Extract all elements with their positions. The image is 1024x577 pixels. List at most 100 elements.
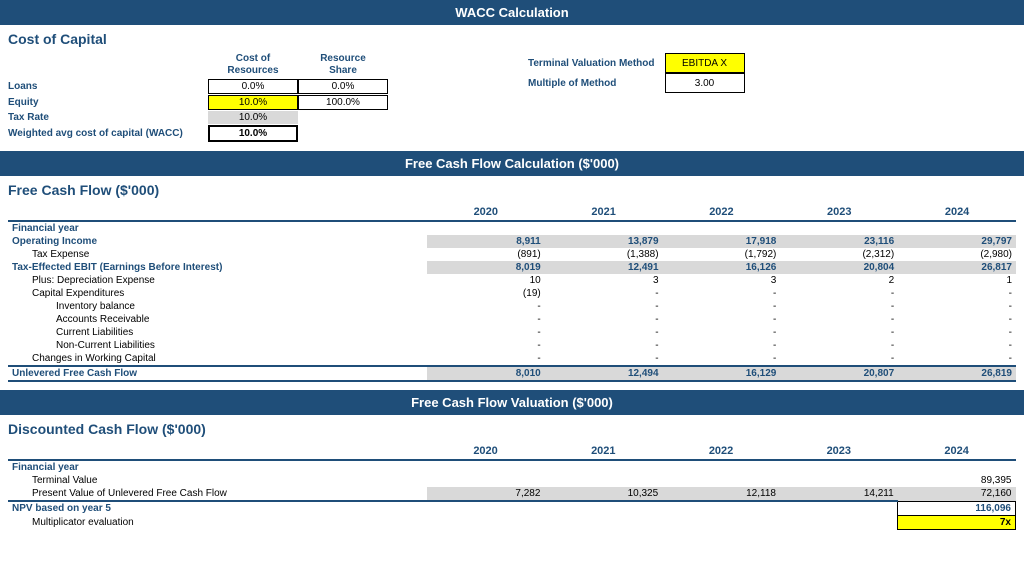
val-cell-4-0	[427, 515, 545, 529]
val-cell-1-0	[427, 474, 545, 487]
val-cell-3-4: 116,096	[898, 501, 1016, 515]
fcf-row-label-9: Non-Current Liabilities	[8, 339, 427, 352]
fcf-cell-3-4: 26,817	[898, 261, 1016, 274]
fcf-title: Free Cash Flow ($'000)	[0, 176, 1024, 200]
fcf-row-label-1: Operating Income	[8, 235, 427, 248]
wacc-row-taxrate: Tax Rate 10.0%	[8, 111, 468, 124]
fcf-table: 2020 2021 2022 2023 2024 Financial yearO…	[8, 204, 1016, 382]
fcf-cell-1-0: 8,911	[427, 235, 545, 248]
wacc-loans-share[interactable]: 0.0%	[298, 79, 388, 94]
val-cell-header-1	[544, 460, 662, 474]
val-cell-3-0	[427, 501, 545, 515]
fcf-row-label-11: Unlevered Free Cash Flow	[8, 366, 427, 381]
fcf-cell-header-2	[663, 221, 781, 235]
fcf-cell-3-3: 20,804	[780, 261, 898, 274]
fcf-cell-8-2: -	[663, 326, 781, 339]
wacc-loans-cost[interactable]: 0.0%	[208, 79, 298, 94]
val-year-2020: 2020	[427, 443, 545, 460]
fcf-cell-7-1: -	[545, 313, 663, 326]
val-cell-4-2	[662, 515, 780, 529]
multiple-method-value[interactable]: 3.00	[665, 73, 745, 93]
valuation-header: Free Cash Flow Valuation ($'000)	[0, 390, 1024, 415]
valuation-body: 2020 2021 2022 2023 2024 Financial yearT…	[0, 439, 1024, 538]
fcf-cell-header-3	[780, 221, 898, 235]
val-cell-1-4: 89,395	[898, 474, 1016, 487]
val-row-4: Multiplicator evaluation7x	[8, 515, 1016, 529]
fcf-cell-2-3: (2,312)	[780, 248, 898, 261]
fcf-cell-10-1: -	[545, 352, 663, 366]
fcf-section: Free Cash Flow Calculation ($'000) Free …	[0, 151, 1024, 390]
col-header-share: ResourceShare	[298, 53, 388, 77]
fcf-cell-header-0	[427, 221, 545, 235]
wacc-taxrate-cost[interactable]: 10.0%	[208, 111, 298, 124]
wacc-equity-cost[interactable]: 10.0%	[208, 95, 298, 110]
fcf-label-col	[8, 204, 427, 221]
fcf-cell-4-3: 2	[780, 274, 898, 287]
val-cell-header-3	[780, 460, 898, 474]
fcf-cell-6-1: -	[545, 300, 663, 313]
fcf-body: 2020 2021 2022 2023 2024 Financial yearO…	[0, 200, 1024, 390]
fcf-header: Free Cash Flow Calculation ($'000)	[0, 151, 1024, 176]
fcf-cell-2-2: (1,792)	[663, 248, 781, 261]
fcf-cell-4-2: 3	[663, 274, 781, 287]
val-year-2021: 2021	[544, 443, 662, 460]
fcf-cell-7-4: -	[898, 313, 1016, 326]
fcf-cell-11-1: 12,494	[545, 366, 663, 381]
wacc-col-headers: Cost ofResources ResourceShare	[208, 53, 468, 77]
val-cell-2-0: 7,282	[427, 487, 545, 501]
fcf-cell-9-1: -	[545, 339, 663, 352]
wacc-label-wacc: Weighted avg cost of capital (WACC)	[8, 128, 208, 139]
fcf-cell-7-0: -	[427, 313, 545, 326]
val-year-2024: 2024	[898, 443, 1016, 460]
fcf-row-label-10: Changes in Working Capital	[8, 352, 427, 366]
fcf-row-3: Tax-Effected EBIT (Earnings Before Inter…	[8, 261, 1016, 274]
wacc-section: WACC Calculation Cost of Capital Cost of…	[0, 0, 1024, 151]
fcf-cell-11-4: 26,819	[898, 366, 1016, 381]
val-table: 2020 2021 2022 2023 2024 Financial yearT…	[8, 443, 1016, 530]
fcf-cell-3-2: 16,126	[663, 261, 781, 274]
wacc-equity-share[interactable]: 100.0%	[298, 95, 388, 110]
wacc-row-wacc: Weighted avg cost of capital (WACC) 10.0…	[8, 125, 468, 142]
wacc-wacc-cost[interactable]: 10.0%	[208, 125, 298, 142]
fcf-cell-6-3: -	[780, 300, 898, 313]
fcf-year-2024: 2024	[898, 204, 1016, 221]
valuation-section: Free Cash Flow Valuation ($'000) Discoun…	[0, 390, 1024, 538]
fcf-cell-8-0: -	[427, 326, 545, 339]
val-cell-1-2	[662, 474, 780, 487]
fcf-cell-10-2: -	[663, 352, 781, 366]
fcf-cell-3-1: 12,491	[545, 261, 663, 274]
val-row-1: Terminal Value89,395	[8, 474, 1016, 487]
wacc-wacc-share	[298, 133, 388, 135]
fcf-cell-9-2: -	[663, 339, 781, 352]
fcf-cell-6-2: -	[663, 300, 781, 313]
val-year-2022: 2022	[662, 443, 780, 460]
fcf-row-11: Unlevered Free Cash Flow8,01012,49416,12…	[8, 366, 1016, 381]
fcf-cell-10-0: -	[427, 352, 545, 366]
fcf-cell-2-1: (1,388)	[545, 248, 663, 261]
wacc-right-labels: Terminal Valuation Method Multiple of Me…	[528, 53, 655, 93]
valuation-title: Discounted Cash Flow ($'000)	[0, 415, 1024, 439]
val-cell-2-2: 12,118	[662, 487, 780, 501]
val-cell-3-2	[662, 501, 780, 515]
fcf-cell-5-2: -	[663, 287, 781, 300]
fcf-row-label-6: Inventory balance	[8, 300, 427, 313]
fcf-cell-10-3: -	[780, 352, 898, 366]
val-cell-4-4: 7x	[898, 515, 1016, 529]
fcf-row-2: Tax Expense(891)(1,388)(1,792)(2,312)(2,…	[8, 248, 1016, 261]
fcf-cell-5-3: -	[780, 287, 898, 300]
val-cell-header-2	[662, 460, 780, 474]
fcf-cell-2-4: (2,980)	[898, 248, 1016, 261]
val-cell-4-3	[780, 515, 898, 529]
fcf-year-2022: 2022	[663, 204, 781, 221]
wacc-row-loans: Loans 0.0% 0.0%	[8, 79, 468, 94]
fcf-row-label-7: Accounts Receivable	[8, 313, 427, 326]
terminal-val-method-value[interactable]: EBITDA X	[665, 53, 745, 73]
fcf-cell-8-3: -	[780, 326, 898, 339]
fcf-cell-1-1: 13,879	[545, 235, 663, 248]
fcf-row-label-0: Financial year	[8, 221, 427, 235]
val-cell-2-1: 10,325	[544, 487, 662, 501]
val-row-2: Present Value of Unlevered Free Cash Flo…	[8, 487, 1016, 501]
fcf-cell-header-4	[898, 221, 1016, 235]
wacc-left-panel: Cost ofResources ResourceShare Loans 0.0…	[8, 53, 468, 143]
fcf-row-10: Changes in Working Capital-----	[8, 352, 1016, 366]
